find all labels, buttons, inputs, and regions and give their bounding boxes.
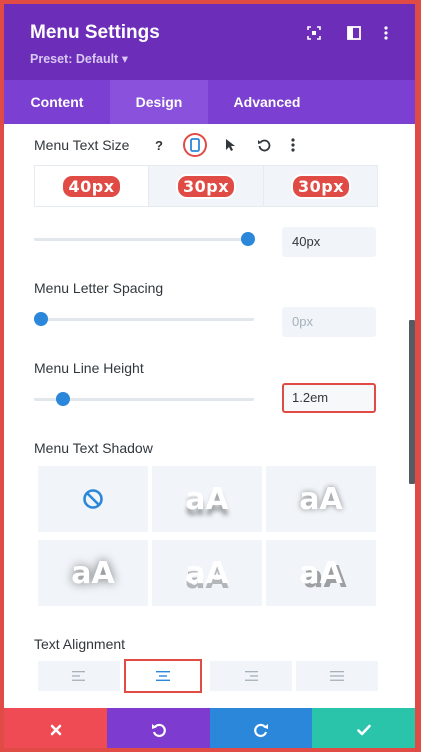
align-right-button[interactable] [210,661,292,691]
letter-spacing-slider-handle[interactable] [34,312,48,326]
align-justify-icon [330,671,344,681]
preset-dropdown[interactable]: Preset: Default ▾ [30,51,128,66]
undo-button[interactable] [107,708,210,748]
modal-title: Menu Settings [30,22,160,43]
check-icon [356,724,371,736]
redo-button[interactable] [210,708,312,748]
discard-button[interactable] [4,708,107,748]
settings-modal: Menu Settings Preset: Default ▾ Content … [4,4,415,748]
device-desktop[interactable]: 40px [35,166,149,206]
field-options-icon[interactable] [284,136,302,154]
desktop-value-badge: 40px [63,175,120,197]
menu-letter-spacing-label: Menu Letter Spacing [34,280,164,296]
action-bar [4,708,415,748]
text-size-slider-track[interactable] [34,238,248,241]
more-options-icon[interactable] [377,24,395,42]
letter-spacing-input[interactable]: 0px [282,307,376,337]
cursor-icon[interactable] [221,136,239,154]
line-height-input[interactable]: 1.2em [282,383,376,413]
align-left-icon [72,671,85,681]
shadow-option-1[interactable]: aA [152,466,262,532]
scrollbar[interactable] [409,320,415,484]
save-button[interactable] [312,708,415,748]
modal-header: Menu Settings Preset: Default ▾ [4,4,415,80]
shadow-option-2[interactable]: aA [266,466,376,532]
tab-advanced[interactable]: Advanced [208,80,326,124]
letter-spacing-slider-track[interactable] [34,318,254,321]
phone-icon[interactable] [186,136,204,154]
undo-icon [151,723,166,738]
menu-text-size-label: Menu Text Size [34,137,130,153]
no-shadow-icon [83,489,103,509]
align-justify-button[interactable] [296,661,378,691]
redo-icon [254,723,268,738]
device-phone[interactable]: 30px [264,166,378,206]
shadow-option-3[interactable]: aA [38,540,148,606]
tab-design[interactable]: Design [110,80,208,124]
device-tablet[interactable]: 30px [149,166,264,206]
text-alignment-label: Text Alignment [34,636,126,652]
help-icon[interactable]: ? [150,136,168,154]
align-right-icon [245,671,258,681]
tab-bar: Content Design Advanced [4,80,415,124]
tab-content[interactable]: Content [4,80,110,124]
line-height-slider-handle[interactable] [55,392,70,406]
align-center-icon [156,671,170,681]
device-tabs: 40px 30px 30px [34,165,378,207]
phone-value-badge: 30px [292,175,350,197]
menu-line-height-label: Menu Line Height [34,360,144,376]
reset-icon[interactable] [255,136,273,154]
text-size-slider-handle[interactable] [241,232,255,246]
text-size-input[interactable]: 40px [282,227,376,257]
shadow-option-none[interactable] [38,466,148,532]
split-view-icon[interactable] [345,24,363,42]
close-icon [50,724,61,736]
shadow-option-5[interactable]: aA [266,540,376,606]
align-center-button[interactable] [124,659,202,693]
menu-text-shadow-label: Menu Text Shadow [34,440,153,456]
fullscreen-icon[interactable] [305,24,323,42]
shadow-option-4[interactable]: aA [152,540,262,606]
align-left-button[interactable] [38,661,120,691]
tablet-value-badge: 30px [177,175,235,197]
